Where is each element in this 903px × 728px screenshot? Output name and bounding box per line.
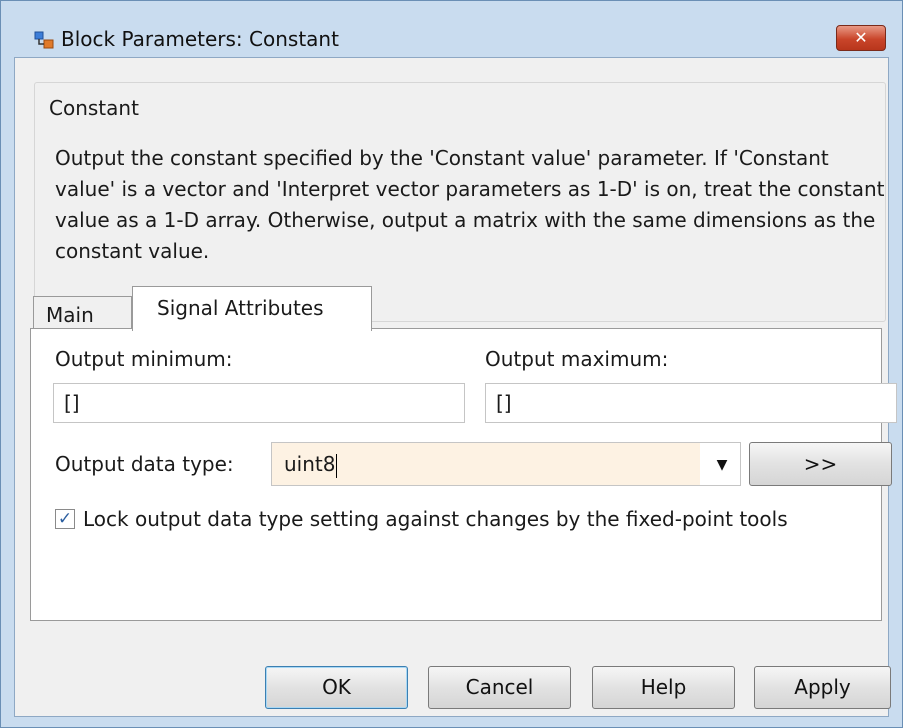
tab-main[interactable]: Main	[33, 296, 132, 330]
text-cursor	[336, 453, 338, 478]
cancel-button[interactable]: Cancel	[428, 666, 571, 709]
close-button[interactable]: ✕	[836, 25, 886, 51]
close-icon: ✕	[854, 28, 868, 47]
dialog-window: Block Parameters: Constant ✕ Constant Ou…	[0, 0, 903, 728]
output-maximum-field[interactable]: []	[485, 383, 897, 423]
help-button[interactable]: Help	[592, 666, 735, 709]
chevron-down-icon[interactable]: ▼	[710, 443, 734, 485]
output-minimum-label: Output minimum:	[55, 347, 233, 371]
output-maximum-label: Output maximum:	[485, 347, 669, 371]
lock-data-type-label: Lock output data type setting against ch…	[83, 507, 788, 531]
lock-data-type-checkbox[interactable]: ✓	[55, 509, 75, 529]
group-legend: Constant	[45, 93, 143, 123]
title-bar[interactable]: Block Parameters: Constant ✕	[1, 1, 902, 51]
apply-button[interactable]: Apply	[754, 666, 891, 709]
window-title: Block Parameters: Constant	[61, 27, 339, 51]
signal-attributes-panel: Output minimum: Output maximum: [] [] Ou…	[30, 328, 897, 621]
output-minimum-field[interactable]: []	[53, 383, 465, 423]
output-data-type-combo[interactable]: uint8 ▼	[271, 442, 741, 486]
output-data-type-input[interactable]: uint8	[272, 443, 700, 485]
checkmark-icon: ✓	[57, 509, 73, 529]
simulink-block-icon	[34, 31, 54, 49]
data-type-assistant-button[interactable]: >>	[749, 442, 892, 486]
ok-button[interactable]: OK	[265, 666, 408, 709]
block-description: Output the constant specified by the 'Co…	[55, 146, 885, 263]
output-data-type-label: Output data type:	[55, 452, 234, 476]
output-data-type-value: uint8	[284, 452, 336, 476]
dialog-client-area: Constant Output the constant specified b…	[14, 57, 897, 717]
tab-signal-attributes[interactable]: Signal Attributes	[132, 286, 372, 331]
